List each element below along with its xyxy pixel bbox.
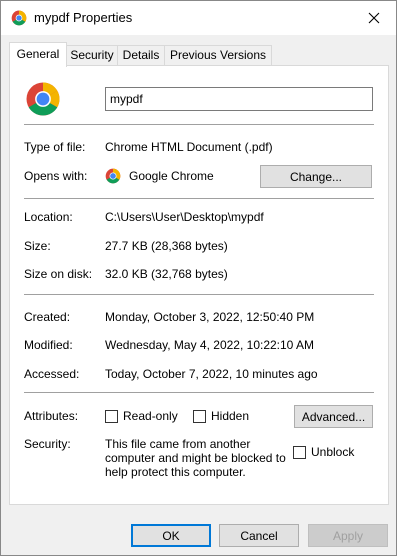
- separator: [24, 294, 374, 295]
- modified-value: Wednesday, May 4, 2022, 10:22:10 AM: [105, 338, 315, 352]
- readonly-checkbox[interactable]: [105, 410, 118, 423]
- location-value: C:\Users\User\Desktop\mypdf: [105, 210, 264, 224]
- tab-details[interactable]: Details: [117, 45, 165, 66]
- advanced-button[interactable]: Advanced...: [294, 405, 373, 428]
- readonly-label: Read-only: [123, 409, 178, 423]
- accessed-label: Accessed:: [24, 367, 80, 381]
- type-of-file-label: Type of file:: [24, 140, 86, 154]
- created-value: Monday, October 3, 2022, 12:50:40 PM: [105, 310, 315, 324]
- ok-button[interactable]: OK: [131, 524, 211, 547]
- cancel-button[interactable]: Cancel: [219, 524, 299, 547]
- tab-general[interactable]: General: [9, 42, 67, 67]
- size-value: 27.7 KB (28,368 bytes): [105, 239, 228, 253]
- opens-with-value: Google Chrome: [129, 169, 214, 183]
- general-tab-panel: Type of file: Chrome HTML Document (.pdf…: [9, 65, 389, 505]
- separator: [24, 124, 374, 125]
- hidden-label: Hidden: [211, 409, 250, 423]
- separator: [24, 198, 374, 199]
- close-icon: [368, 12, 380, 24]
- tab-security[interactable]: Security: [66, 45, 118, 66]
- opens-with-label: Opens with:: [24, 169, 88, 183]
- attributes-label: Attributes:: [24, 409, 79, 423]
- modified-label: Modified:: [24, 338, 73, 352]
- security-message: This file came from another computer and…: [105, 437, 290, 479]
- properties-dialog: mypdf Properties General Security Detail…: [0, 0, 397, 556]
- change-button[interactable]: Change...: [260, 165, 372, 188]
- security-message-line: computer and might be blocked to: [105, 451, 286, 465]
- chrome-icon: [105, 168, 121, 184]
- chrome-icon: [11, 10, 27, 26]
- size-on-disk-value: 32.0 KB (32,768 bytes): [105, 267, 228, 281]
- created-label: Created:: [24, 310, 71, 324]
- type-of-file-value: Chrome HTML Document (.pdf): [105, 140, 273, 154]
- title-bar[interactable]: mypdf Properties: [1, 1, 396, 35]
- file-name-input[interactable]: [105, 87, 373, 111]
- security-label: Security:: [24, 437, 71, 451]
- accessed-value: Today, October 7, 2022, 10 minutes ago: [105, 367, 318, 381]
- security-message-line: help protect this computer.: [105, 465, 246, 479]
- size-label: Size:: [24, 239, 51, 253]
- close-button[interactable]: [352, 1, 396, 35]
- separator: [24, 392, 374, 393]
- tab-previous-versions[interactable]: Previous Versions: [164, 45, 272, 66]
- unblock-checkbox[interactable]: [293, 446, 306, 459]
- chrome-file-icon: [26, 82, 60, 116]
- size-on-disk-label: Size on disk:: [24, 267, 93, 281]
- unblock-label: Unblock: [311, 445, 355, 459]
- window-title: mypdf Properties: [34, 10, 133, 25]
- location-label: Location:: [24, 210, 73, 224]
- apply-button[interactable]: Apply: [308, 524, 388, 547]
- hidden-checkbox[interactable]: [193, 410, 206, 423]
- security-message-line: This file came from another: [105, 437, 251, 451]
